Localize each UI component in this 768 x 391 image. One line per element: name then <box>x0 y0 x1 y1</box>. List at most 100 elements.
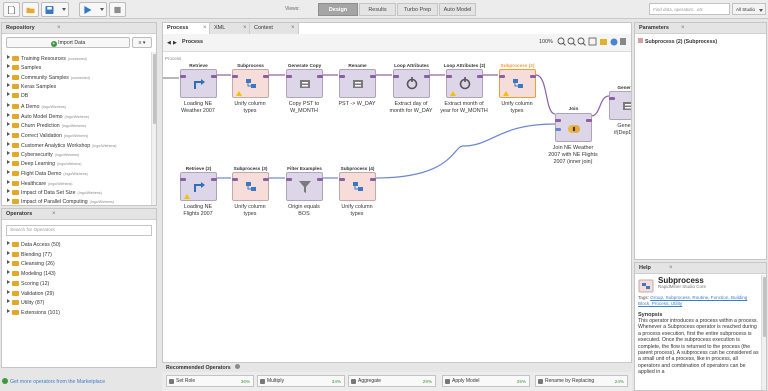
expand-icon[interactable] <box>7 308 10 313</box>
operator-box[interactable] <box>446 69 483 98</box>
chevron-down-icon[interactable] <box>62 8 66 11</box>
run-button[interactable] <box>79 2 107 17</box>
expand-icon[interactable] <box>7 151 10 155</box>
input-port[interactable] <box>180 75 186 78</box>
repository-item[interactable]: Churn Prediction (Ingo/Wiehens) <box>7 122 86 131</box>
input-port[interactable] <box>499 75 505 78</box>
expand-icon[interactable] <box>7 250 10 255</box>
zoom-out-icon[interactable] <box>567 37 576 46</box>
view-tab-auto-model[interactable]: Auto Model <box>439 3 476 16</box>
info-icon[interactable] <box>610 38 618 46</box>
expand-icon[interactable] <box>7 260 10 265</box>
forward-icon[interactable]: ▶ <box>173 40 177 46</box>
save-button[interactable] <box>41 2 69 17</box>
scroll-thumb[interactable] <box>153 54 156 124</box>
output-port[interactable] <box>211 75 217 78</box>
operator-name[interactable]: Subprocess <box>226 62 275 69</box>
expand-icon[interactable] <box>7 142 10 146</box>
repository-menu-button[interactable]: ≡ ▾ <box>132 37 152 48</box>
expand-icon[interactable] <box>7 122 10 126</box>
output-port[interactable] <box>370 178 376 181</box>
repository-item[interactable]: Deep Learning (Ingo/Wiehens) <box>7 160 81 169</box>
operator-name[interactable]: Subprocess (3) <box>226 165 275 172</box>
new-process-button[interactable] <box>3 2 20 17</box>
process-canvas[interactable]: Process Retrieve Loading NE Weather 2007… <box>163 54 631 370</box>
close-icon[interactable]: × <box>203 23 207 34</box>
operator-name[interactable]: Subprocess (4) <box>333 165 382 172</box>
operator-name[interactable]: Loop Attributes <box>387 62 436 69</box>
expand-icon[interactable] <box>7 189 10 193</box>
repository-item[interactable]: Flight Data Demo (Ingo/Wiehens) <box>7 170 88 179</box>
output-port[interactable] <box>211 178 217 181</box>
settings-icon[interactable] <box>620 38 626 45</box>
operator-group[interactable]: Validation (29) <box>7 289 54 299</box>
expand-icon[interactable] <box>7 198 10 202</box>
zoom-in-icon[interactable] <box>557 37 566 46</box>
operator-box[interactable] <box>232 69 269 98</box>
input-port[interactable] <box>393 75 399 78</box>
repository-item[interactable]: Community Samples (connected) <box>7 74 90 83</box>
output-port[interactable] <box>586 119 592 122</box>
output-port[interactable] <box>263 178 269 181</box>
input-port[interactable] <box>286 75 292 78</box>
note-icon[interactable] <box>600 39 607 45</box>
recommended-operator-button[interactable]: Apply Model 25% <box>442 375 530 387</box>
help-scrollbar[interactable] <box>761 275 766 390</box>
close-icon[interactable]: × <box>57 23 61 34</box>
operator-box[interactable] <box>180 69 217 98</box>
import-data-button[interactable]: + Import Data <box>6 37 130 48</box>
tags-links[interactable]: Group, Subprocess, Routine, Function, Bu… <box>638 295 747 306</box>
expand-icon[interactable] <box>7 132 10 136</box>
operator-box[interactable] <box>499 69 536 98</box>
repository-item[interactable]: Correct Validation (Ingo/Wiehens) <box>7 132 88 141</box>
operator-box[interactable] <box>232 172 269 201</box>
back-icon[interactable]: ◀ <box>167 40 171 46</box>
repository-item[interactable]: Samples <box>7 64 43 73</box>
expand-icon[interactable] <box>7 74 10 78</box>
repository-item[interactable]: Keras Samples <box>7 83 58 92</box>
input-port[interactable] <box>339 178 345 181</box>
expand-icon[interactable] <box>7 299 10 304</box>
operator-name[interactable]: Join <box>549 105 598 112</box>
input-port[interactable] <box>555 128 561 131</box>
breadcrumb[interactable]: Process <box>182 39 203 45</box>
input-port[interactable] <box>555 119 561 122</box>
stop-button[interactable] <box>109 2 126 17</box>
expand-icon[interactable] <box>7 113 10 117</box>
tab-context[interactable]: Context × <box>250 23 299 34</box>
output-port[interactable] <box>263 75 269 78</box>
input-port[interactable] <box>446 75 452 78</box>
repository-item[interactable]: Customer Analytics Workshop (Ingo/Wiehens… <box>7 142 116 151</box>
repository-item[interactable]: Impact of Parallel Computing (Ingo/Wiehen… <box>7 198 114 207</box>
expand-icon[interactable] <box>7 64 10 68</box>
expand-icon[interactable] <box>7 241 10 245</box>
close-icon[interactable]: × <box>681 23 685 34</box>
expand-icon[interactable] <box>7 83 10 87</box>
expand-icon[interactable] <box>7 92 10 96</box>
marketplace-link[interactable]: Get more operators from the Marketplace <box>2 377 157 387</box>
input-port[interactable] <box>286 178 292 181</box>
operator-box[interactable] <box>609 91 631 120</box>
operator-name[interactable]: Subprocess (2) <box>493 62 542 69</box>
operator-group[interactable]: Extensions (101) <box>7 308 60 318</box>
operator-name[interactable]: Generate Copy <box>280 62 329 69</box>
fit-icon[interactable] <box>577 37 586 46</box>
close-icon[interactable]: × <box>52 209 56 220</box>
repository-scrollbar[interactable] <box>151 52 156 205</box>
repository-item[interactable]: A Demo (Ingo/Wiehens) <box>7 103 66 112</box>
operator-box[interactable] <box>180 172 217 201</box>
input-port[interactable] <box>609 97 615 100</box>
expand-icon[interactable] <box>7 180 10 184</box>
operator-box[interactable] <box>286 172 323 201</box>
tab-xml[interactable]: XML × <box>210 23 250 34</box>
expand-icon[interactable] <box>7 55 10 59</box>
output-port[interactable] <box>370 75 376 78</box>
input-port[interactable] <box>232 178 238 181</box>
output-port[interactable] <box>530 75 536 78</box>
chevron-down-icon[interactable] <box>100 8 104 11</box>
operator-box[interactable] <box>286 69 323 98</box>
studio-selector[interactable]: All Studio <box>732 3 766 15</box>
layout-icon[interactable] <box>588 37 597 46</box>
input-port[interactable] <box>339 75 345 78</box>
output-port[interactable] <box>317 75 323 78</box>
